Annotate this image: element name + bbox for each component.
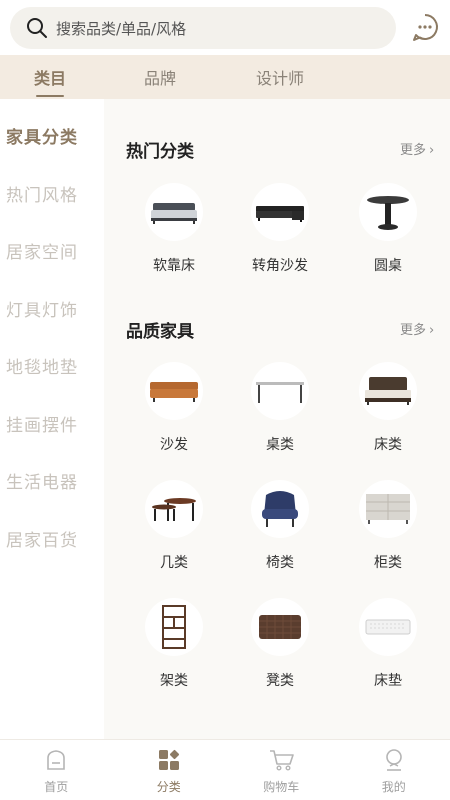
more-link-hot[interactable]: 更多 ›	[400, 139, 434, 158]
search-icon	[26, 17, 48, 39]
tab-designers[interactable]: 设计师	[220, 55, 340, 99]
nav-label: 分类	[156, 780, 181, 794]
item-label: 几类	[160, 555, 188, 571]
upholstered-bed-icon	[145, 183, 203, 241]
nav-profile[interactable]: 我的	[338, 740, 450, 800]
item-label: 床类	[374, 437, 402, 453]
top-tabs: 类目 品牌 设计师	[0, 55, 450, 99]
sidebar-item-furniture[interactable]: 家具分类	[6, 123, 78, 148]
sofa-icon	[145, 362, 203, 420]
item-label: 沙发	[160, 437, 188, 453]
more-link-quality[interactable]: 更多 ›	[400, 319, 434, 338]
sidebar-item-lighting[interactable]: 灯具灯饰	[6, 296, 78, 321]
nav-label: 首页	[44, 780, 69, 794]
category-item[interactable]: 转角沙发	[240, 183, 320, 275]
item-label: 转角沙发	[252, 258, 308, 274]
search-placeholder: 搜索品类/单品/风格	[56, 19, 187, 38]
more-label: 更多	[400, 323, 427, 338]
sidebar-item-decor[interactable]: 挂画摆件	[6, 411, 78, 436]
nesting-tables-icon	[145, 480, 203, 538]
category-item[interactable]: 椅类	[240, 480, 320, 572]
tab-label: 品牌	[143, 69, 176, 88]
cart-icon	[269, 748, 295, 772]
tab-label: 设计师	[255, 69, 304, 88]
armchair-icon	[251, 480, 309, 538]
category-item[interactable]: 柜类	[348, 480, 428, 572]
category-item[interactable]: 凳类	[240, 598, 320, 690]
shelf-icon	[145, 598, 203, 656]
category-item[interactable]: 桌类	[240, 362, 320, 454]
category-icon	[157, 748, 181, 772]
chevron-right-icon: ›	[429, 323, 435, 338]
nav-cart[interactable]: 购物车	[225, 740, 338, 800]
category-item[interactable]: 架类	[134, 598, 214, 690]
category-sidebar: 家具分类 热门风格 居家空间 灯具灯饰 地毯地垫 挂画摆件 生活电器 居家百货	[0, 99, 104, 739]
profile-icon	[382, 748, 406, 772]
header: 搜索品类/单品/风格	[0, 0, 450, 55]
item-label: 柜类	[374, 555, 402, 571]
sidebar-item-appliances[interactable]: 生活电器	[6, 468, 78, 493]
item-label: 软靠床	[153, 258, 195, 274]
tab-label: 类目	[33, 69, 66, 88]
category-item[interactable]: 圆桌	[348, 183, 428, 275]
category-item[interactable]: 几类	[134, 480, 214, 572]
item-label: 架类	[160, 673, 188, 689]
sidebar-item-styles[interactable]: 热门风格	[6, 181, 78, 206]
chevron-right-icon: ›	[429, 143, 435, 158]
tab-brands[interactable]: 品牌	[100, 55, 220, 99]
ottoman-icon	[251, 598, 309, 656]
section-title-quality: 品质家具	[126, 322, 194, 342]
nav-label: 我的	[381, 780, 406, 794]
bottom-nav: 首页 分类 购物车 我的	[0, 739, 450, 800]
round-table-icon	[359, 183, 417, 241]
cabinet-icon	[359, 480, 417, 538]
section-title-hot: 热门分类	[126, 142, 194, 162]
item-label: 桌类	[266, 437, 294, 453]
active-tab-indicator	[36, 95, 64, 97]
item-label: 床垫	[374, 673, 402, 689]
sidebar-item-homeware[interactable]: 居家百货	[6, 526, 78, 551]
chat-bubble-icon[interactable]	[410, 12, 440, 42]
nav-label: 购物车	[263, 780, 300, 794]
bed-icon	[359, 362, 417, 420]
corner-sofa-icon	[251, 183, 309, 241]
more-label: 更多	[400, 143, 427, 158]
sidebar-item-rugs[interactable]: 地毯地垫	[6, 353, 78, 378]
item-label: 凳类	[266, 673, 294, 689]
mattress-icon	[359, 598, 417, 656]
category-item[interactable]: 软靠床	[134, 183, 214, 275]
nav-home[interactable]: 首页	[0, 740, 113, 800]
item-label: 椅类	[266, 555, 294, 571]
category-item[interactable]: 沙发	[134, 362, 214, 454]
table-icon	[251, 362, 309, 420]
sidebar-item-spaces[interactable]: 居家空间	[6, 238, 78, 263]
item-label: 圆桌	[374, 258, 402, 274]
category-content: 热门分类 更多 › 软靠床 转角沙发 圆桌 品质家具 更多 › 沙发 桌类 床类…	[104, 99, 450, 739]
category-item[interactable]: 床类	[348, 362, 428, 454]
tab-categories[interactable]: 类目	[0, 55, 100, 99]
search-bar[interactable]: 搜索品类/单品/风格	[10, 7, 396, 49]
nav-category[interactable]: 分类	[113, 740, 226, 800]
home-icon	[44, 748, 68, 772]
category-item[interactable]: 床垫	[348, 598, 428, 690]
